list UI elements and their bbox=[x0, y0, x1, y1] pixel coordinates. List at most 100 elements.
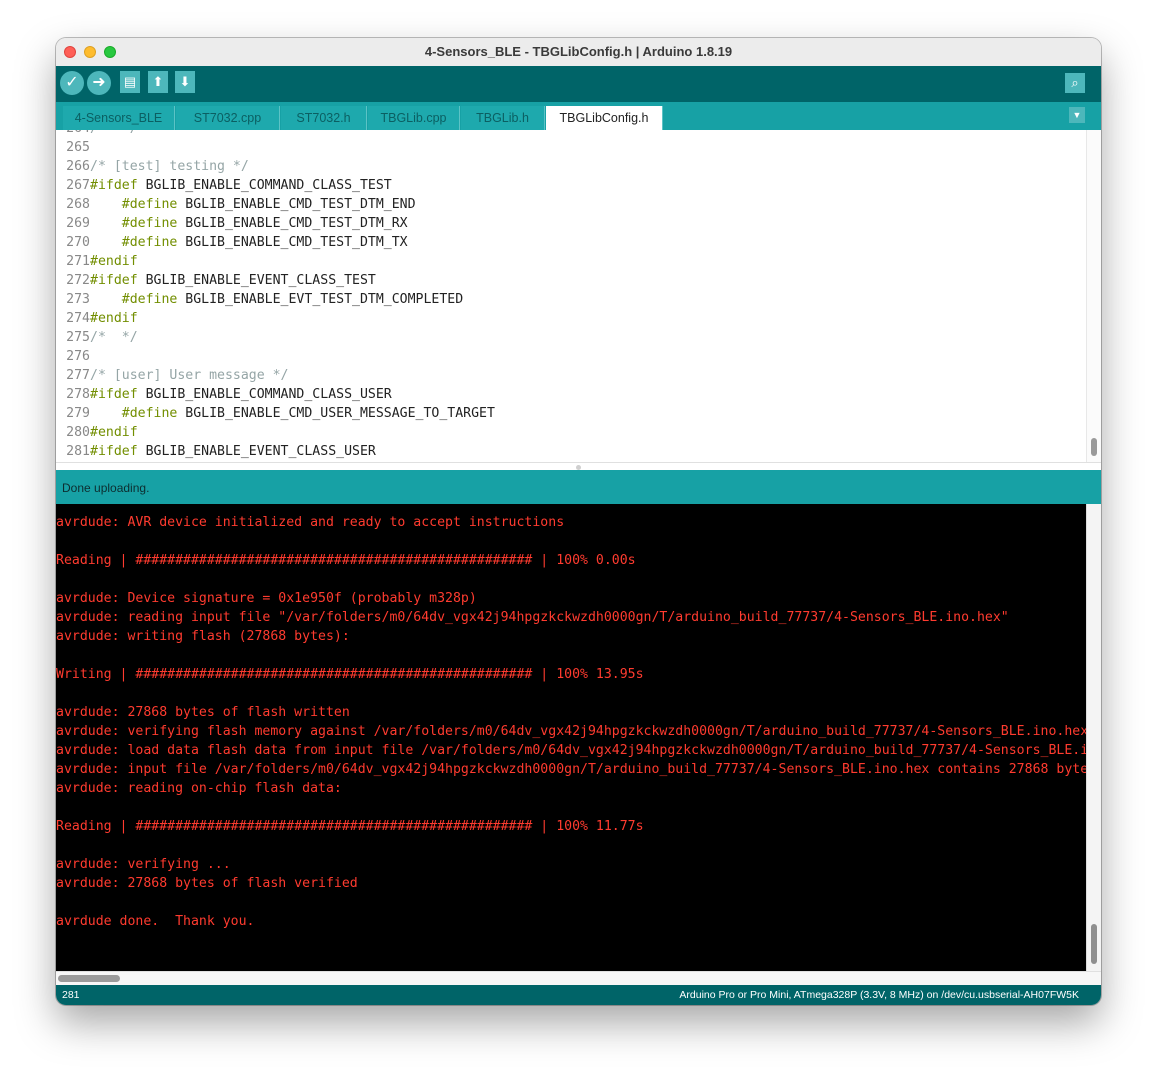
chevron-down-icon: ▼ bbox=[1072, 110, 1082, 120]
code-text: #endif bbox=[90, 254, 138, 269]
code-line: 264/* */ bbox=[56, 130, 138, 138]
code-token: #endif bbox=[90, 425, 138, 440]
editor-scroll-thumb[interactable] bbox=[1091, 438, 1097, 456]
code-token: #endif bbox=[90, 311, 138, 326]
code-line: 267#ifdef BGLIB_ENABLE_COMMAND_CLASS_TES… bbox=[56, 176, 392, 195]
magnifier-icon: ⌕ bbox=[1071, 75, 1079, 90]
toolbar: ✓ ➜ ▤ ⬆ ⬇ ⌕ bbox=[56, 66, 1101, 102]
upload-button[interactable]: ➜ bbox=[87, 71, 111, 95]
console-horizontal-scroll-thumb[interactable] bbox=[58, 975, 120, 982]
line-number: 274 bbox=[66, 311, 90, 326]
code-text: #endif bbox=[90, 425, 138, 440]
tab-bar: 4-Sensors_BLE ST7032.cpp ST7032.h TBGLib… bbox=[56, 102, 1101, 130]
line-number: 273 bbox=[66, 292, 90, 307]
code-text: #ifdef BGLIB_ENABLE_COMMAND_CLASS_USER bbox=[90, 387, 392, 402]
current-line-number: 281 bbox=[62, 989, 80, 1001]
line-number: 265 bbox=[66, 140, 90, 155]
arrow-right-icon: ➜ bbox=[92, 74, 106, 91]
tab-tbglib-cpp[interactable]: TBGLib.cpp bbox=[368, 106, 460, 130]
console-line: avrdude: reading on-chip flash data: bbox=[56, 781, 342, 796]
new-file-icon: ▤ bbox=[123, 74, 137, 89]
code-text: #define BGLIB_ENABLE_CMD_TEST_DTM_RX bbox=[90, 216, 408, 231]
arrow-up-icon: ⬆ bbox=[152, 74, 164, 89]
code-text: /* [user] User message */ bbox=[90, 368, 289, 383]
code-line: 277/* [user] User message */ bbox=[56, 366, 289, 385]
code-text: #ifdef BGLIB_ENABLE_EVENT_CLASS_TEST bbox=[90, 273, 376, 288]
serial-monitor-button[interactable]: ⌕ bbox=[1065, 73, 1085, 93]
code-text: /* */ bbox=[90, 130, 138, 136]
line-number: 277 bbox=[66, 368, 90, 383]
line-number: 264 bbox=[56, 130, 90, 138]
code-token: #define bbox=[90, 216, 178, 231]
console-line: Writing | ##############################… bbox=[56, 667, 644, 682]
line-number: 279 bbox=[66, 406, 90, 421]
console-line: avrdude: Device signature = 0x1e950f (pr… bbox=[56, 591, 477, 606]
code-token: BGLIB_ENABLE_EVENT_CLASS_USER bbox=[137, 444, 376, 459]
code-token: BGLIB_ENABLE_EVENT_CLASS_TEST bbox=[137, 273, 376, 288]
code-text: #ifdef BGLIB_ENABLE_COMMAND_CLASS_TEST bbox=[90, 178, 392, 193]
status-message: Done uploading. bbox=[62, 481, 150, 495]
code-line: 279 #define BGLIB_ENABLE_CMD_USER_MESSAG… bbox=[56, 404, 495, 423]
code-token: BGLIB_ENABLE_COMMAND_CLASS_TEST bbox=[137, 178, 392, 193]
console-line: avrdude done. Thank you. bbox=[56, 914, 255, 929]
code-line: 265 bbox=[56, 138, 90, 157]
code-line: 272#ifdef BGLIB_ENABLE_EVENT_CLASS_TEST bbox=[56, 271, 376, 290]
console-horizontal-scrollbar[interactable] bbox=[56, 971, 1101, 985]
line-number: 270 bbox=[66, 235, 90, 250]
board-info: Arduino Pro or Pro Mini, ATmega328P (3.3… bbox=[679, 989, 1079, 1001]
code-text: /* [test] testing */ bbox=[90, 159, 249, 174]
verify-button[interactable]: ✓ bbox=[60, 71, 84, 95]
code-token: #endif bbox=[90, 254, 138, 269]
code-text: #endif bbox=[90, 311, 138, 326]
code-token: /* [user] User message */ bbox=[90, 368, 289, 383]
window-title: 4-Sensors_BLE - TBGLibConfig.h | Arduino… bbox=[424, 44, 733, 59]
editor-scrollbar[interactable] bbox=[1086, 130, 1101, 462]
code-text: /* */ bbox=[90, 330, 138, 345]
code-token: #ifdef bbox=[90, 387, 138, 402]
save-sketch-button[interactable]: ⬇ bbox=[175, 71, 195, 93]
console-line: avrdude: verifying flash memory against … bbox=[56, 724, 1086, 739]
code-token: #ifdef bbox=[90, 178, 138, 193]
tab-4-sensors-ble[interactable]: 4-Sensors_BLE bbox=[63, 106, 175, 130]
console-line: Reading | ##############################… bbox=[56, 553, 636, 568]
new-sketch-button[interactable]: ▤ bbox=[120, 71, 140, 93]
code-text: #define BGLIB_ENABLE_CMD_TEST_DTM_END bbox=[90, 197, 416, 212]
code-token: BGLIB_ENABLE_CMD_TEST_DTM_TX bbox=[177, 235, 408, 250]
line-number: 271 bbox=[66, 254, 90, 269]
console-output[interactable]: avrdude: AVR device initialized and read… bbox=[56, 504, 1086, 971]
code-token: BGLIB_ENABLE_EVT_TEST_DTM_COMPLETED bbox=[177, 292, 464, 307]
tab-tbglibconfig-h[interactable]: TBGLibConfig.h bbox=[546, 106, 663, 130]
line-number: 267 bbox=[66, 178, 90, 193]
console-vertical-scroll-thumb[interactable] bbox=[1091, 924, 1097, 964]
tab-st7032-h[interactable]: ST7032.h bbox=[281, 106, 367, 130]
line-number: 269 bbox=[66, 216, 90, 231]
console-line: avrdude: input file /var/folders/m0/64dv… bbox=[56, 762, 1086, 777]
code-line: 276 bbox=[56, 347, 90, 366]
console-vertical-scrollbar[interactable] bbox=[1086, 504, 1101, 971]
code-line: 275/* */ bbox=[56, 328, 138, 347]
code-token: #define bbox=[90, 292, 178, 307]
line-number: 278 bbox=[66, 387, 90, 402]
code-line: 273 #define BGLIB_ENABLE_EVT_TEST_DTM_CO… bbox=[56, 290, 463, 309]
code-line: 274#endif bbox=[56, 309, 138, 328]
title-bar: 4-Sensors_BLE - TBGLibConfig.h | Arduino… bbox=[56, 38, 1101, 67]
code-token: #define bbox=[90, 197, 178, 212]
code-token: BGLIB_ENABLE_CMD_TEST_DTM_RX bbox=[177, 216, 408, 231]
open-sketch-button[interactable]: ⬆ bbox=[148, 71, 168, 93]
code-token: BGLIB_ENABLE_CMD_TEST_DTM_END bbox=[177, 197, 416, 212]
code-token: #define bbox=[90, 235, 178, 250]
line-number: 268 bbox=[66, 197, 90, 212]
tab-menu-button[interactable]: ▼ bbox=[1069, 107, 1085, 123]
code-token: /* [test] testing */ bbox=[90, 159, 249, 174]
code-line: 271#endif bbox=[56, 252, 138, 271]
code-token: #ifdef bbox=[90, 273, 138, 288]
tab-tbglib-h[interactable]: TBGLib.h bbox=[461, 106, 545, 130]
code-token: BGLIB_ENABLE_COMMAND_CLASS_USER bbox=[137, 387, 392, 402]
console-line: avrdude: verifying ... bbox=[56, 857, 231, 872]
code-text: #define BGLIB_ENABLE_CMD_TEST_DTM_TX bbox=[90, 235, 408, 250]
line-number: 272 bbox=[66, 273, 90, 288]
code-text: #define BGLIB_ENABLE_EVT_TEST_DTM_COMPLE… bbox=[90, 292, 463, 307]
code-editor[interactable]: 264/* */265266/* [test] testing */267#if… bbox=[56, 130, 1101, 462]
line-number: 275 bbox=[66, 330, 90, 345]
tab-st7032-cpp[interactable]: ST7032.cpp bbox=[176, 106, 280, 130]
